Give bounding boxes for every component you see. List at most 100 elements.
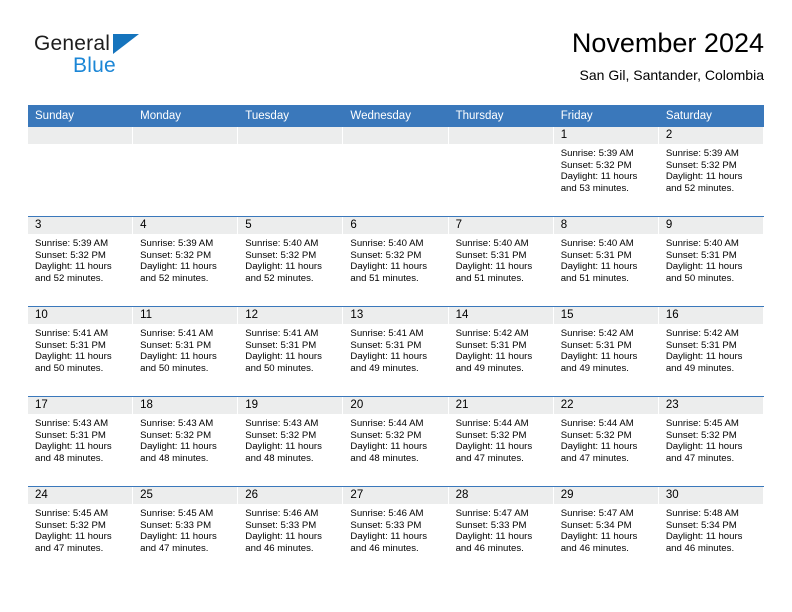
title-block: November 2024 San Gil, Santander, Colomb… (572, 26, 764, 86)
sunrise-text: Sunrise: 5:40 AM (665, 238, 739, 249)
day-details (449, 144, 554, 148)
daylight-text-line2: and 50 minutes. (245, 362, 314, 374)
calendar-day-cell[interactable]: 29 Sunrise: 5:47 AM Sunset: 5:34 PM Dayligh… (553, 486, 659, 576)
calendar-day-cell[interactable]: 9 Sunrise: 5:40 AM Sunset: 5:31 PM Daylight… (658, 216, 764, 307)
day-number: 4 (133, 217, 239, 234)
generalblue-logo[interactable]: General Blue (34, 32, 214, 90)
calendar-day-cell[interactable]: 2 Sunrise: 5:39 AM Sunset: 5:32 PM Daylight… (658, 127, 764, 217)
day-number: 28 (448, 487, 554, 504)
day-details: Sunrise: 5:47 AM Sunset: 5:34 PM Daylight:… (554, 504, 659, 554)
sunrise-text: Sunrise: 5:47 AM (455, 508, 529, 519)
daylight-text-line2: and 48 minutes. (35, 452, 104, 464)
calendar-day-cell[interactable] (28, 127, 134, 217)
day-number (343, 127, 449, 144)
sunset-text: Sunset: 5:32 PM (350, 249, 422, 261)
daylight-text-line2: and 49 minutes. (350, 362, 419, 374)
sunset-text: Sunset: 5:33 PM (245, 519, 317, 531)
calendar-day-cell[interactable]: 19 Sunrise: 5:43 AM Sunset: 5:32 PM Dayligh… (238, 396, 344, 487)
day-number: 22 (553, 397, 659, 414)
daylight-text-line2: and 51 minutes. (350, 272, 419, 284)
day-details (28, 144, 133, 148)
day-details: Sunrise: 5:43 AM Sunset: 5:32 PM Daylight:… (133, 414, 238, 464)
calendar-day-cell[interactable]: 27 Sunrise: 5:46 AM Sunset: 5:33 PM Dayligh… (343, 486, 449, 576)
calendar-body: 1 Sunrise: 5:39 AM Sunset: 5:32 PM Daylight… (28, 127, 764, 576)
calendar-day-cell[interactable]: 8 Sunrise: 5:40 AM Sunset: 5:31 PM Daylight… (553, 216, 659, 307)
calendar-day-cell[interactable]: 14 Sunrise: 5:42 AM Sunset: 5:31 PM Dayligh… (448, 306, 554, 397)
calendar-day-cell[interactable]: 16 Sunrise: 5:42 AM Sunset: 5:31 PM Dayligh… (658, 306, 764, 397)
sunrise-text: Sunrise: 5:47 AM (560, 508, 634, 519)
calendar-day-cell[interactable]: 24 Sunrise: 5:45 AM Sunset: 5:32 PM Dayligh… (28, 486, 134, 576)
page-title: November 2024 (571, 28, 764, 58)
day-number: 1 (553, 127, 659, 144)
day-details: Sunrise: 5:42 AM Sunset: 5:31 PM Daylight:… (449, 324, 554, 374)
calendar-day-cell[interactable]: 10 Sunrise: 5:41 AM Sunset: 5:31 PM Dayligh… (28, 306, 134, 397)
calendar-day-cell[interactable]: 18 Sunrise: 5:43 AM Sunset: 5:32 PM Dayligh… (133, 396, 239, 487)
sunset-text: Sunset: 5:31 PM (35, 429, 106, 441)
calendar-day-cell[interactable]: 25 Sunrise: 5:45 AM Sunset: 5:33 PM Dayligh… (133, 486, 239, 576)
sunset-text: Sunset: 5:32 PM (245, 249, 317, 261)
calendar-day-cell[interactable] (343, 127, 449, 217)
calendar-day-cell[interactable]: 20 Sunrise: 5:44 AM Sunset: 5:32 PM Dayligh… (343, 396, 449, 487)
calendar-day-cell[interactable]: 1 Sunrise: 5:39 AM Sunset: 5:32 PM Daylight… (553, 127, 659, 217)
calendar-day-cell[interactable]: 17 Sunrise: 5:43 AM Sunset: 5:31 PM Dayligh… (28, 396, 134, 487)
daylight-text-line1: Daylight: 11 hours (560, 261, 638, 273)
day-details: Sunrise: 5:45 AM Sunset: 5:33 PM Daylight:… (133, 504, 238, 554)
weekday-header-tuesday: Tuesday (238, 105, 344, 127)
day-number: 26 (238, 487, 344, 504)
day-number: 9 (658, 217, 764, 234)
calendar-day-cell[interactable]: 12 Sunrise: 5:41 AM Sunset: 5:31 PM Dayligh… (238, 306, 344, 397)
day-number: 19 (238, 397, 344, 414)
daylight-text-line2: and 48 minutes. (350, 452, 419, 464)
daylight-text-line1: Daylight: 11 hours (665, 261, 743, 273)
calendar-day-cell[interactable]: 15 Sunrise: 5:42 AM Sunset: 5:31 PM Dayligh… (553, 306, 659, 397)
calendar-day-cell[interactable]: 4 Sunrise: 5:39 AM Sunset: 5:32 PM Daylight… (133, 216, 239, 307)
day-number: 14 (448, 307, 554, 324)
daylight-text-line2: and 49 minutes. (665, 362, 735, 374)
calendar-day-cell[interactable]: 3 Sunrise: 5:39 AM Sunset: 5:32 PM Daylight… (28, 216, 134, 307)
day-number: 11 (133, 307, 239, 324)
calendar-day-cell[interactable]: 23 Sunrise: 5:45 AM Sunset: 5:32 PM Dayligh… (658, 396, 764, 487)
daylight-text-line2: and 52 minutes. (35, 272, 104, 284)
day-details (238, 144, 343, 148)
calendar-day-cell[interactable] (133, 127, 239, 217)
daylight-text-line1: Daylight: 11 hours (665, 351, 743, 363)
daylight-text-line2: and 49 minutes. (560, 362, 629, 374)
daylight-text-line2: and 46 minutes. (455, 542, 524, 554)
calendar-day-cell[interactable]: 11 Sunrise: 5:41 AM Sunset: 5:31 PM Dayligh… (133, 306, 239, 397)
calendar-day-cell[interactable]: 22 Sunrise: 5:44 AM Sunset: 5:32 PM Dayligh… (553, 396, 659, 487)
calendar-day-cell[interactable]: 28 Sunrise: 5:47 AM Sunset: 5:33 PM Dayligh… (448, 486, 554, 576)
calendar-day-cell[interactable] (448, 127, 554, 217)
sunrise-text: Sunrise: 5:43 AM (245, 418, 319, 429)
sunrise-text: Sunrise: 5:44 AM (350, 418, 424, 429)
calendar-day-cell[interactable]: 7 Sunrise: 5:40 AM Sunset: 5:31 PM Daylight… (448, 216, 554, 307)
day-number: 5 (238, 217, 344, 234)
daylight-text-line1: Daylight: 11 hours (455, 351, 533, 363)
day-details: Sunrise: 5:44 AM Sunset: 5:32 PM Daylight:… (343, 414, 448, 464)
calendar-day-cell[interactable]: 26 Sunrise: 5:46 AM Sunset: 5:33 PM Dayligh… (238, 486, 344, 576)
calendar-week-row: 17 Sunrise: 5:43 AM Sunset: 5:31 PM Dayligh… (28, 396, 764, 487)
calendar-day-cell[interactable]: 5 Sunrise: 5:40 AM Sunset: 5:32 PM Daylight… (238, 216, 344, 307)
sunset-text: Sunset: 5:31 PM (245, 339, 317, 351)
sunrise-text: Sunrise: 5:39 AM (665, 148, 739, 159)
daylight-text-line2: and 53 minutes. (560, 182, 629, 194)
daylight-text-line2: and 47 minutes. (560, 452, 629, 464)
calendar-day-cell[interactable] (238, 127, 344, 217)
sunrise-text: Sunrise: 5:46 AM (350, 508, 424, 519)
calendar-day-cell[interactable]: 6 Sunrise: 5:40 AM Sunset: 5:32 PM Daylight… (343, 216, 449, 307)
day-number: 7 (448, 217, 554, 234)
daylight-text-line1: Daylight: 11 hours (350, 351, 428, 363)
sunset-text: Sunset: 5:31 PM (140, 339, 212, 351)
day-details: Sunrise: 5:43 AM Sunset: 5:32 PM Daylight:… (238, 414, 343, 464)
calendar-day-cell[interactable]: 21 Sunrise: 5:44 AM Sunset: 5:32 PM Dayligh… (448, 396, 554, 487)
day-number: 10 (28, 307, 134, 324)
sunset-text: Sunset: 5:32 PM (245, 429, 317, 441)
logo-text-general: General (34, 32, 111, 55)
daylight-text-line2: and 48 minutes. (140, 452, 209, 464)
calendar-day-cell[interactable]: 30 Sunrise: 5:48 AM Sunset: 5:34 PM Dayligh… (658, 486, 764, 576)
calendar-day-cell[interactable]: 13 Sunrise: 5:41 AM Sunset: 5:31 PM Dayligh… (343, 306, 449, 397)
sunrise-text: Sunrise: 5:43 AM (35, 418, 109, 429)
day-number (28, 127, 134, 144)
sunset-text: Sunset: 5:34 PM (560, 519, 632, 531)
daylight-text-line1: Daylight: 11 hours (350, 441, 428, 453)
sunset-text: Sunset: 5:31 PM (665, 339, 737, 351)
